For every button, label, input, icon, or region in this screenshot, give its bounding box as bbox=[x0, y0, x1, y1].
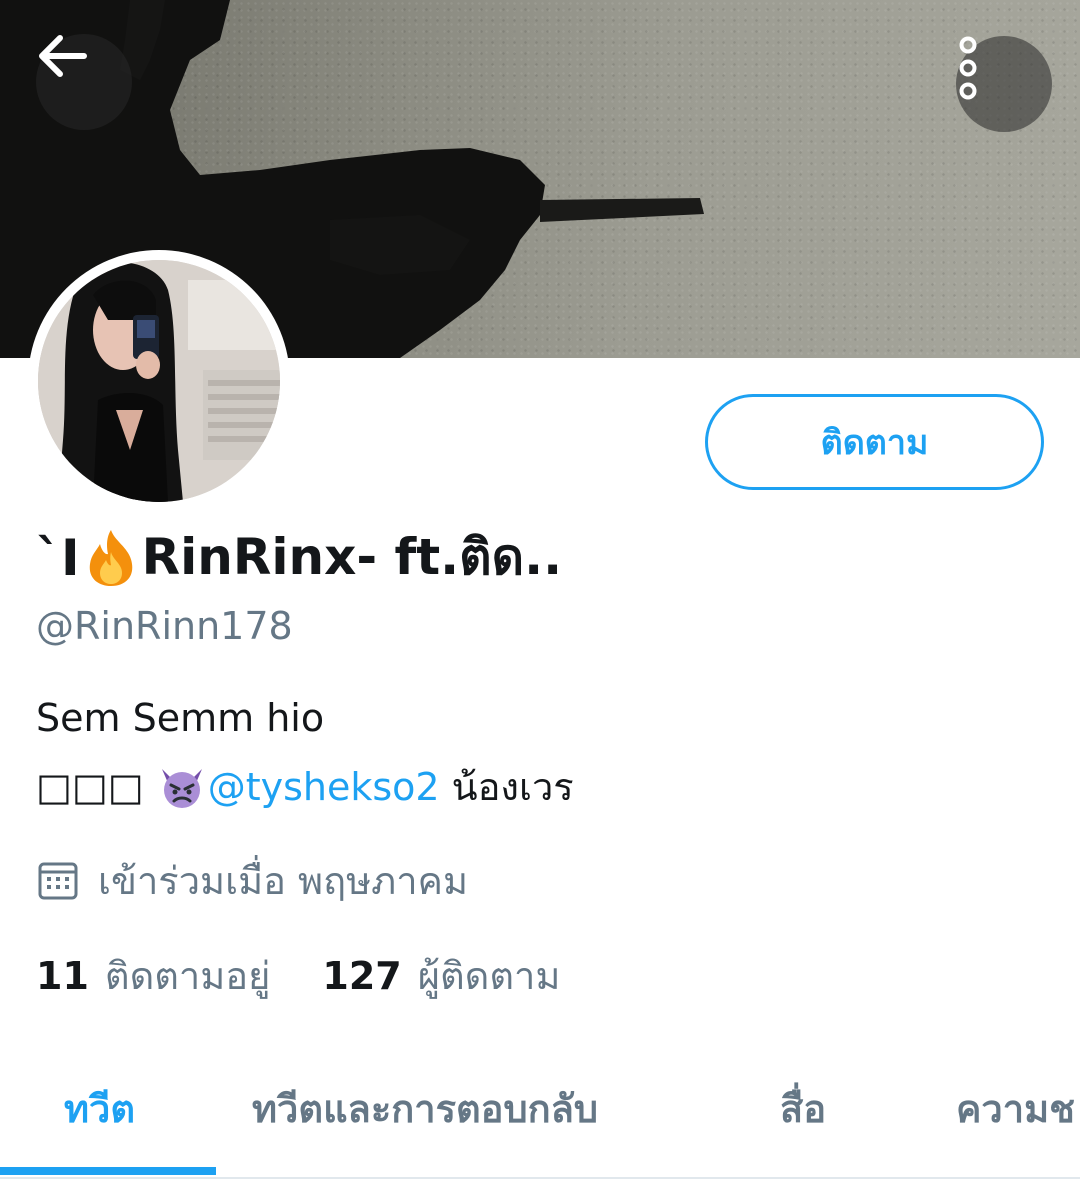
user-handle: @RinRinn178 bbox=[36, 604, 293, 648]
display-name-suffix: RinRinx- ft.ติด.. bbox=[141, 528, 563, 586]
bio-line-1: Sem Semm hio bbox=[36, 696, 325, 740]
display-name-prefix: `I bbox=[36, 528, 80, 587]
followers-label[interactable]: ผู้ติดตาม bbox=[418, 945, 561, 1006]
tab-tweets-and-replies[interactable]: ทวีตและการตอบกลับ bbox=[252, 1078, 598, 1139]
active-tab-indicator bbox=[0, 1167, 216, 1175]
tab-likes[interactable]: ความช bbox=[956, 1078, 1075, 1139]
avatar-image bbox=[38, 260, 280, 502]
back-button[interactable] bbox=[36, 34, 132, 130]
follow-button-label: ติดตาม bbox=[820, 423, 929, 463]
bio-line-2: □□□ @tyshekso2 น้องเวร bbox=[36, 756, 574, 817]
follow-button[interactable]: ติดตาม bbox=[705, 394, 1044, 490]
bio-prefix: □□□ bbox=[36, 764, 144, 809]
arrow-left-icon bbox=[39, 35, 87, 77]
avatar-photo bbox=[38, 260, 280, 502]
following-label[interactable]: ติดตามอยู่ bbox=[105, 945, 271, 1006]
devil-emoji-icon bbox=[161, 768, 202, 808]
calendar-icon bbox=[38, 862, 78, 899]
bio-mention-link[interactable]: @tyshekso2 bbox=[208, 765, 440, 809]
joined-date: เข้าร่วมเมื่อ พฤษภาคม bbox=[36, 850, 468, 911]
profile-tabs: ทวีต ทวีตและการตอบกลับ สื่อ ความช bbox=[0, 1034, 1080, 1179]
tab-media[interactable]: สื่อ bbox=[780, 1078, 826, 1139]
joined-date-label: เข้าร่วมเมื่อ พฤษภาคม bbox=[98, 859, 468, 903]
profile-avatar[interactable] bbox=[28, 250, 290, 512]
followers-count[interactable]: 127 bbox=[322, 954, 401, 998]
tab-tweets[interactable]: ทวีต bbox=[64, 1078, 135, 1139]
more-vertical-icon bbox=[959, 36, 977, 100]
display-name: `I RinRinx- ft.ติด.. bbox=[36, 518, 562, 597]
fire-emoji-icon bbox=[89, 529, 132, 586]
follow-stats: 11 ติดตามอยู่ 127 ผู้ติดตาม bbox=[36, 945, 612, 1006]
following-count[interactable]: 11 bbox=[36, 954, 89, 998]
bio-suffix: น้องเวร bbox=[451, 765, 574, 809]
more-options-button[interactable] bbox=[956, 36, 1052, 132]
